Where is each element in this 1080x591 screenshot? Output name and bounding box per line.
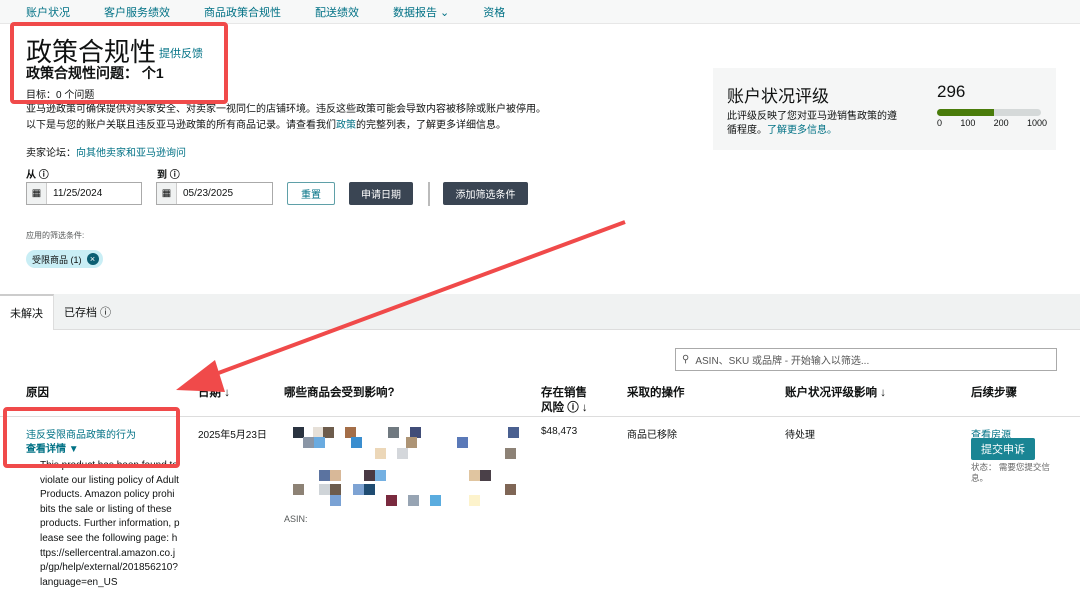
- nav-customer-service[interactable]: 客户服务绩效: [104, 4, 170, 20]
- goal-text: 目标：0 个问题: [26, 90, 95, 101]
- desc-text-end: 的完整列表，了解更多详细信息。: [356, 120, 506, 131]
- appeal-status: 状态： 需要您提交信息。: [971, 462, 1050, 483]
- applied-filters-label: 应用的筛选条件:: [26, 231, 85, 240]
- tab-strip: 未解决 已存档 ⓘ: [0, 294, 1080, 330]
- violation-details: This product has been found to violate o…: [40, 460, 180, 588]
- rating-title: 账户状况评级: [727, 87, 829, 106]
- to-date-value: 05/23/2025: [183, 188, 234, 199]
- apply-dates-button[interactable]: 申请日期: [349, 182, 413, 205]
- rating-score: 296: [937, 82, 966, 101]
- tab-archived[interactable]: 已存档 ⓘ: [54, 294, 121, 330]
- search-icon: ⚲: [682, 354, 690, 365]
- col-risk[interactable]: 存在销售 风险 ⓘ ↓: [541, 386, 588, 416]
- nav-reports[interactable]: 数据报告 ⌄: [393, 4, 449, 20]
- filter-chip[interactable]: 受限商品 (1) ×: [26, 250, 103, 268]
- calendar-icon: ▦: [27, 183, 47, 204]
- nav-account-health[interactable]: 账户状况: [26, 4, 70, 20]
- row-risk: $48,473: [541, 426, 578, 437]
- tab-open[interactable]: 未解决: [0, 294, 54, 330]
- issue-count: 政策合规性问题： 个1: [26, 65, 164, 81]
- rating-bar: [937, 109, 1041, 116]
- calendar-icon: ▦: [157, 183, 177, 204]
- rating-bar-fill: [937, 109, 995, 116]
- row-impact: 待处理: [785, 430, 815, 441]
- details-toggle[interactable]: 查看详情 ▼: [26, 440, 79, 455]
- rating-desc: 此评级反映了您对亚马逊销售政策的遵循程度。了解更多信息。: [727, 110, 897, 138]
- learn-more-link[interactable]: 了解更多信息。: [767, 125, 837, 136]
- reason-link[interactable]: 违反受限商品政策的行为: [26, 426, 136, 441]
- nav-shipping[interactable]: 配送绩效: [315, 4, 359, 20]
- product-image-mosaic: [283, 424, 533, 506]
- col-action: 采取的操作: [627, 387, 685, 399]
- from-date-input[interactable]: ▦ 11/25/2024: [26, 182, 142, 205]
- account-health-rating-card: 账户状况评级 此评级反映了您对亚马逊销售政策的遵循程度。了解更多信息。 296 …: [713, 68, 1056, 150]
- policy-link[interactable]: 政策: [336, 120, 356, 131]
- asin-label: ASIN:: [284, 514, 308, 524]
- seller-forum: 卖家论坛：向其他卖家和亚马逊询问: [26, 144, 186, 159]
- search-input[interactable]: ⚲ ASIN、SKU 或品牌 - 开始输入以筛选...: [675, 348, 1057, 371]
- tick: 1000: [1026, 118, 1047, 128]
- col-reason: 原因: [26, 387, 49, 399]
- to-date-input[interactable]: ▦ 05/23/2025: [156, 182, 273, 205]
- rating-ticks: 0 100 200 1000: [937, 118, 1047, 128]
- forum-link[interactable]: 向其他卖家和亚马逊询问: [76, 148, 186, 159]
- col-affected: 哪些商品会受到影响?: [284, 387, 395, 399]
- tick: 200: [993, 118, 1009, 128]
- close-icon[interactable]: ×: [86, 253, 99, 265]
- row-action: 商品已移除: [627, 430, 677, 441]
- divider: [428, 182, 430, 206]
- to-label: 到 ⓘ: [157, 170, 180, 181]
- filter-chip-label: 受限商品 (1): [32, 254, 82, 265]
- search-placeholder: ASIN、SKU 或品牌 - 开始输入以筛选...: [695, 356, 870, 367]
- col-impact[interactable]: 账户状况评级影响 ↓: [785, 386, 886, 401]
- from-date-value: 11/25/2024: [53, 188, 103, 199]
- divider: [0, 416, 1080, 417]
- tick: 0: [937, 118, 943, 128]
- col-date[interactable]: 日期 ↓: [198, 386, 230, 401]
- col-next: 后续步骤: [971, 387, 1017, 399]
- forum-label: 卖家论坛：: [26, 148, 76, 159]
- nav-policy-compliance[interactable]: 商品政策合规性: [204, 4, 281, 20]
- tick: 100: [960, 118, 976, 128]
- from-label: 从 ⓘ: [26, 170, 49, 181]
- reset-button[interactable]: 重置: [287, 182, 335, 205]
- top-nav: 账户状况 客户服务绩效 商品政策合规性 配送绩效 数据报告 ⌄ 资格: [0, 0, 1080, 24]
- description: 亚马逊政策可确保提供对买家安全、对卖家一视同仁的店铺环境。违反这些政策可能会导致…: [26, 102, 546, 134]
- add-filter-button[interactable]: 添加筛选条件: [443, 182, 528, 205]
- feedback-link[interactable]: 提供反馈: [159, 45, 203, 61]
- nav-eligibility[interactable]: 资格: [483, 4, 505, 20]
- submit-appeal-button[interactable]: 提交申诉: [971, 438, 1035, 460]
- row-date: 2025年5月23日: [198, 430, 267, 441]
